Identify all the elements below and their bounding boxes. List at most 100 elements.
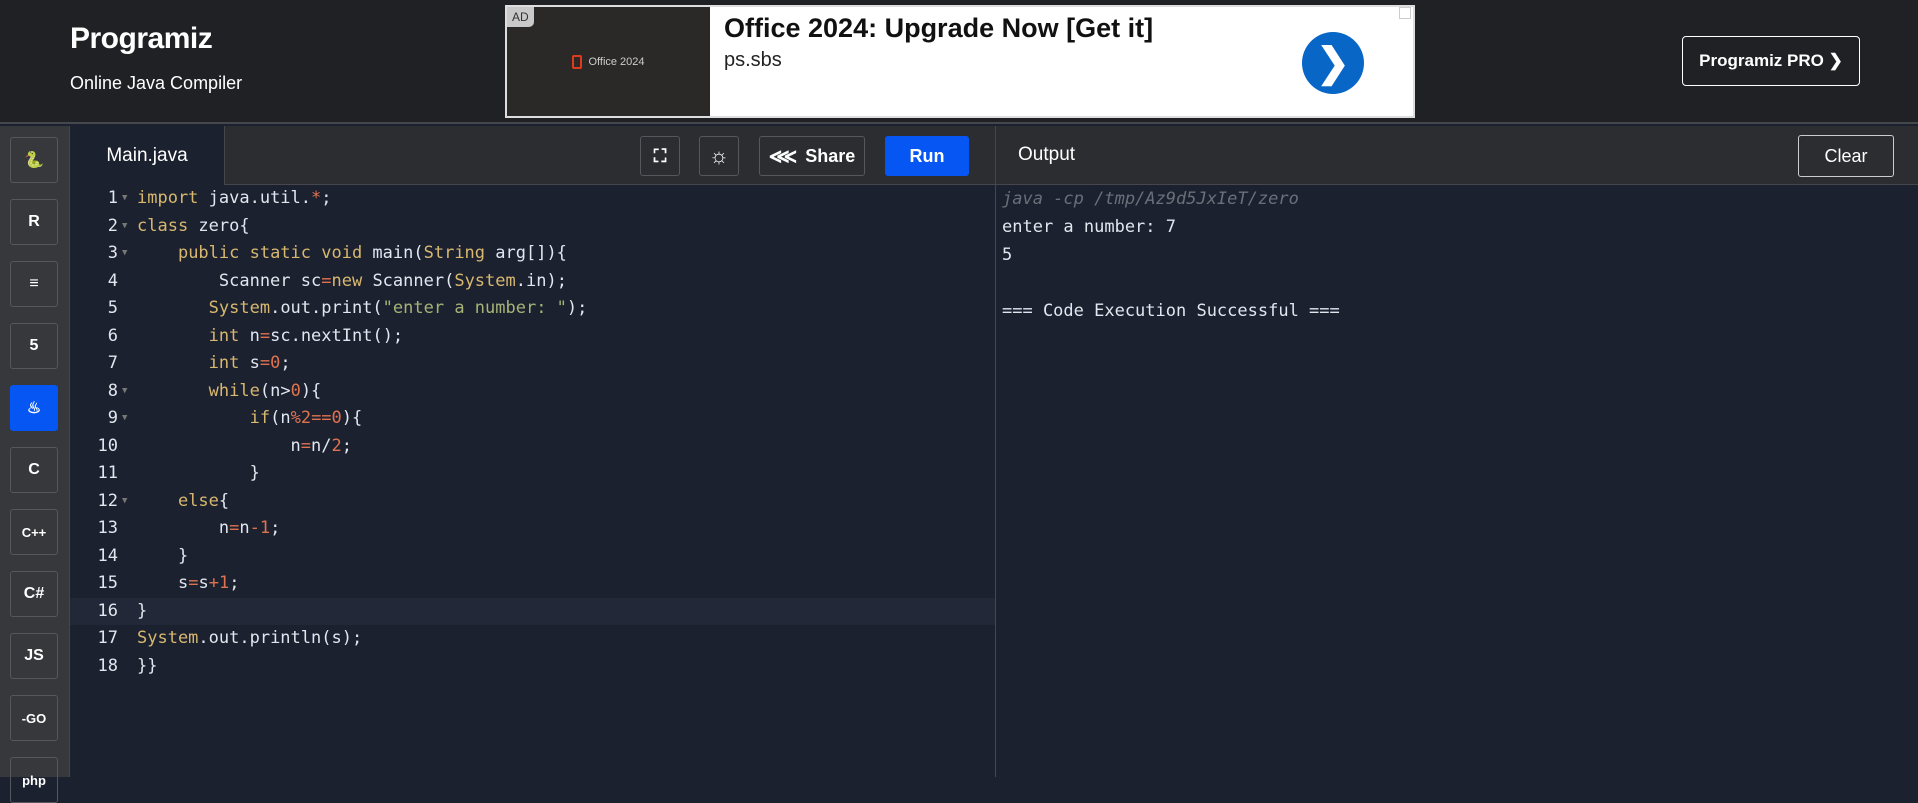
- ad-image-text: Office 2024: [588, 55, 645, 68]
- fold-arrow-icon[interactable]: ▼: [122, 405, 127, 433]
- code-line[interactable]: 7 int s=0;: [70, 350, 995, 378]
- code-token: -: [249, 518, 260, 538]
- line-number: 1: [107, 188, 118, 208]
- code-token: .in);: [515, 270, 567, 291]
- office-logo-icon: [572, 54, 583, 69]
- programiz-pro-button[interactable]: Programiz PRO ❯: [1682, 36, 1860, 86]
- sidebar-item-c[interactable]: C: [10, 447, 58, 493]
- code-line[interactable]: 13 n=n-1;: [70, 515, 995, 543]
- code-token: main(: [362, 243, 424, 263]
- code-token: =: [259, 325, 271, 346]
- code-text: s=s+1;: [137, 570, 240, 598]
- tab-main-java[interactable]: Main.java: [70, 126, 225, 186]
- python-icon: 🐍: [24, 152, 44, 169]
- code-line[interactable]: 2 ▼ class zero{: [70, 213, 995, 241]
- sidebar-item-r[interactable]: R: [10, 199, 58, 245]
- code-line[interactable]: 8 ▼ while(n>0){: [70, 378, 995, 406]
- line-number: 17: [97, 628, 118, 648]
- code-text: import java.util.*;: [137, 185, 332, 213]
- code-token: import: [137, 188, 199, 208]
- code-line[interactable]: 3 ▼ public static void main(String arg[])…: [70, 240, 995, 268]
- code-token: 0: [331, 408, 342, 428]
- code-token: }: [137, 600, 148, 621]
- code-token: ==: [311, 408, 332, 428]
- sidebar-item-csharp[interactable]: C#: [10, 571, 58, 617]
- code-line[interactable]: 10 n=n/2;: [70, 433, 995, 461]
- code-token: String: [423, 243, 486, 263]
- code-line[interactable]: 15 s=s+1;: [70, 570, 995, 598]
- sidebar-item-html[interactable]: 5: [10, 323, 58, 369]
- code-line[interactable]: 12 ▼ else{: [70, 488, 995, 516]
- fold-arrow-icon[interactable]: ▼: [122, 213, 127, 241]
- fullscreen-icon: ⛶: [653, 145, 667, 166]
- sidebar-item-java[interactable]: ♨: [10, 385, 58, 431]
- code-token: +: [208, 573, 219, 593]
- sun-icon: ☼: [708, 143, 730, 168]
- share-button[interactable]: ⋘ Share: [759, 136, 865, 176]
- sidebar-item-javascript[interactable]: JS: [10, 633, 58, 679]
- code-token: System: [137, 628, 199, 648]
- code-token: ;: [270, 518, 281, 538]
- go-icon: -GO: [21, 710, 47, 726]
- code-text: public static void main(String arg[]){: [137, 240, 567, 268]
- sidebar-item-sql[interactable]: ≡: [10, 261, 58, 307]
- code-token: =: [300, 435, 312, 456]
- theme-toggle-button[interactable]: ☼: [699, 136, 739, 176]
- code-line[interactable]: 16}: [70, 597, 995, 625]
- fullscreen-button[interactable]: ⛶: [640, 136, 680, 176]
- output-label: Output: [1018, 144, 1076, 165]
- code-token: if: [249, 408, 271, 428]
- line-number: 3: [107, 243, 118, 263]
- code-token: else: [177, 490, 219, 511]
- code-text: while(n>0){: [137, 378, 322, 406]
- header: Programiz Online Java Compiler Office 20…: [0, 0, 1918, 124]
- code-text: n=n/2;: [137, 433, 352, 461]
- ad-title[interactable]: Office 2024: Upgrade Now [Get it]: [724, 13, 1153, 44]
- code-token: n: [137, 518, 230, 538]
- fold-arrow-icon[interactable]: ▼: [122, 488, 127, 516]
- ad-banner[interactable]: Office 2024 AD Office 2024: Upgrade Now …: [505, 5, 1415, 118]
- code-token: =: [188, 573, 199, 593]
- clear-button[interactable]: Clear: [1798, 135, 1894, 177]
- line-number: 5: [107, 298, 118, 318]
- code-line[interactable]: 18}}: [70, 653, 995, 681]
- fold-arrow-icon[interactable]: ▼: [122, 378, 127, 406]
- code-line[interactable]: 4 Scanner sc=new Scanner(System.in);: [70, 268, 995, 296]
- code-line[interactable]: 6 int n=sc.nextInt();: [70, 323, 995, 351]
- code-token: ;: [321, 188, 332, 208]
- ad-arrow-icon[interactable]: ❯: [1302, 32, 1364, 94]
- code-token: .out.print(: [270, 298, 383, 318]
- code-line[interactable]: 5 System.out.print("enter a number: ");: [70, 295, 995, 323]
- sidebar-item-go[interactable]: -GO: [10, 695, 58, 741]
- code-line[interactable]: 14 }: [70, 543, 995, 571]
- code-token: ;: [229, 573, 240, 593]
- line-number: 12: [97, 490, 118, 511]
- ad-url[interactable]: ps.sbs: [724, 49, 782, 72]
- programiz-logo[interactable]: Programiz: [70, 22, 213, 56]
- sidebar-item-python[interactable]: 🐍: [10, 137, 58, 183]
- ad-badge: AD: [507, 7, 534, 27]
- cpp-icon: C++: [21, 524, 47, 540]
- sidebar-item-cpp[interactable]: C++: [10, 509, 58, 555]
- run-button[interactable]: Run: [885, 136, 969, 176]
- ad-image[interactable]: Office 2024: [507, 7, 710, 116]
- code-text: int s=0;: [137, 350, 291, 378]
- code-token: =: [259, 353, 271, 373]
- sidebar-item-php[interactable]: php: [10, 757, 58, 803]
- code-token: =: [229, 518, 240, 538]
- share-icon: ⋘: [768, 145, 798, 168]
- ad-info-icon[interactable]: [1399, 7, 1411, 19]
- code-token: }}: [137, 655, 158, 676]
- fold-arrow-icon[interactable]: ▼: [122, 185, 127, 213]
- code-line[interactable]: 1 ▼ import java.util.*;: [70, 185, 995, 213]
- code-editor[interactable]: 1 ▼ import java.util.*; 2 ▼ class zero{3 ▼ pub…: [70, 185, 995, 777]
- code-line[interactable]: 17 System.out.println(s);: [70, 625, 995, 653]
- code-token: n/: [311, 435, 332, 456]
- code-text: }: [137, 543, 188, 571]
- code-line[interactable]: 9 ▼ if(n%2==0){: [70, 405, 995, 433]
- code-line[interactable]: 11 }: [70, 460, 995, 488]
- fold-arrow-icon[interactable]: ▼: [122, 240, 127, 268]
